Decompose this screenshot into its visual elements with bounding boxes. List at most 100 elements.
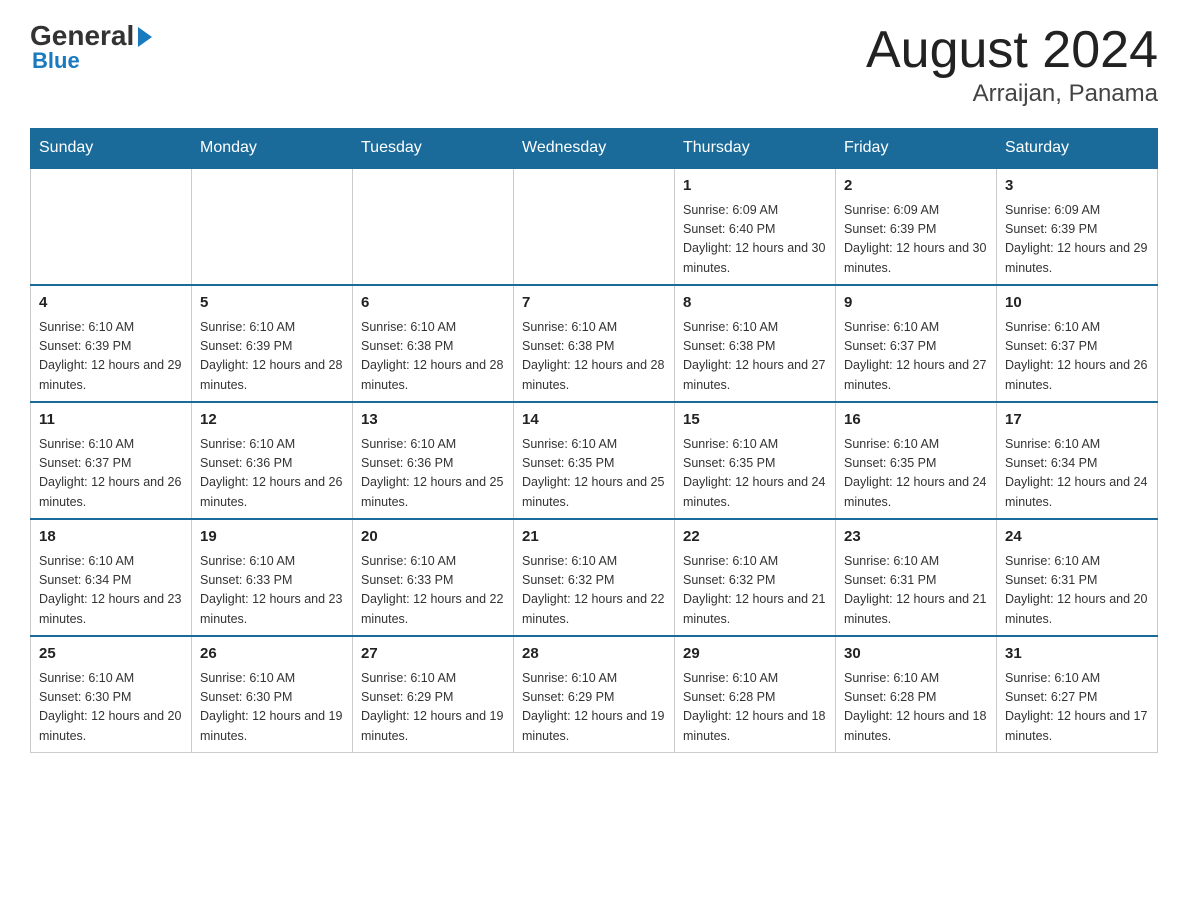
week-row-4: 18Sunrise: 6:10 AMSunset: 6:34 PMDayligh… <box>31 519 1158 636</box>
calendar-cell: 7 Sunrise: 6:10 AMSunset: 6:38 PMDaylight… <box>514 285 675 402</box>
calendar-cell: 23 Sunrise: 6:10 AMSunset: 6:31 PMDayligh… <box>836 519 997 636</box>
calendar-cell: 25 Sunrise: 6:10 AMSunset: 6:30 PMDayligh… <box>31 636 192 753</box>
day-number: 15 <box>683 409 827 432</box>
day-info: Sunrise: 6:10 AMSunset: 6:28 PMDaylight:… <box>844 669 988 747</box>
day-info: Sunrise: 6:10 AMSunset: 6:31 PMDaylight:… <box>1005 552 1149 630</box>
calendar-cell: 29 Sunrise: 6:10 AMSunset: 6:28 PMDayligh… <box>675 636 836 753</box>
day-info: Sunrise: 6:10 AMSunset: 6:37 PMDaylight:… <box>39 435 183 513</box>
weekday-header-row: SundayMondayTuesdayWednesdayThursdayFrid… <box>31 129 1158 169</box>
calendar-cell: 18Sunrise: 6:10 AMSunset: 6:34 PMDayligh… <box>31 519 192 636</box>
day-info: Sunrise: 6:10 AMSunset: 6:36 PMDaylight:… <box>200 435 344 513</box>
day-number: 26 <box>200 643 344 666</box>
week-row-5: 25 Sunrise: 6:10 AMSunset: 6:30 PMDayligh… <box>31 636 1158 753</box>
day-info: Sunrise: 6:10 AMSunset: 6:36 PMDaylight:… <box>361 435 505 513</box>
calendar-cell: 3 Sunrise: 6:09 AMSunset: 6:39 PMDaylight… <box>997 168 1158 285</box>
day-info: Sunrise: 6:10 AMSunset: 6:35 PMDaylight:… <box>683 435 827 513</box>
weekday-header-wednesday: Wednesday <box>514 129 675 169</box>
day-info: Sunrise: 6:10 AMSunset: 6:37 PMDaylight:… <box>844 318 988 396</box>
week-row-2: 4 Sunrise: 6:10 AMSunset: 6:39 PMDaylight… <box>31 285 1158 402</box>
day-number: 3 <box>1005 175 1149 198</box>
week-row-1: 1Sunrise: 6:09 AMSunset: 6:40 PMDaylight… <box>31 168 1158 285</box>
calendar-cell <box>353 168 514 285</box>
day-number: 1 <box>683 175 827 198</box>
calendar-title: August 2024 <box>866 20 1158 80</box>
calendar-cell: 5 Sunrise: 6:10 AMSunset: 6:39 PMDaylight… <box>192 285 353 402</box>
day-number: 12 <box>200 409 344 432</box>
calendar-cell <box>514 168 675 285</box>
calendar-subtitle: Arraijan, Panama <box>866 80 1158 108</box>
calendar-cell: 21Sunrise: 6:10 AMSunset: 6:32 PMDayligh… <box>514 519 675 636</box>
calendar-cell <box>192 168 353 285</box>
calendar-cell: 8 Sunrise: 6:10 AMSunset: 6:38 PMDaylight… <box>675 285 836 402</box>
day-info: Sunrise: 6:10 AMSunset: 6:32 PMDaylight:… <box>683 552 827 630</box>
calendar-cell: 16Sunrise: 6:10 AMSunset: 6:35 PMDayligh… <box>836 402 997 519</box>
day-info: Sunrise: 6:10 AMSunset: 6:33 PMDaylight:… <box>200 552 344 630</box>
day-number: 11 <box>39 409 183 432</box>
day-number: 29 <box>683 643 827 666</box>
day-info: Sunrise: 6:10 AMSunset: 6:35 PMDaylight:… <box>522 435 666 513</box>
day-number: 17 <box>1005 409 1149 432</box>
day-number: 22 <box>683 526 827 549</box>
day-info: Sunrise: 6:10 AMSunset: 6:28 PMDaylight:… <box>683 669 827 747</box>
calendar-body: 1Sunrise: 6:09 AMSunset: 6:40 PMDaylight… <box>31 168 1158 753</box>
calendar-cell: 11 Sunrise: 6:10 AMSunset: 6:37 PMDayligh… <box>31 402 192 519</box>
day-number: 25 <box>39 643 183 666</box>
day-number: 9 <box>844 292 988 315</box>
calendar-cell: 15 Sunrise: 6:10 AMSunset: 6:35 PMDayligh… <box>675 402 836 519</box>
calendar-cell: 13Sunrise: 6:10 AMSunset: 6:36 PMDayligh… <box>353 402 514 519</box>
weekday-header-monday: Monday <box>192 129 353 169</box>
logo-blue: Blue <box>32 48 80 74</box>
calendar-cell: 22 Sunrise: 6:10 AMSunset: 6:32 PMDayligh… <box>675 519 836 636</box>
day-info: Sunrise: 6:10 AMSunset: 6:30 PMDaylight:… <box>200 669 344 747</box>
calendar-cell: 26 Sunrise: 6:10 AMSunset: 6:30 PMDayligh… <box>192 636 353 753</box>
day-info: Sunrise: 6:10 AMSunset: 6:37 PMDaylight:… <box>1005 318 1149 396</box>
day-info: Sunrise: 6:10 AMSunset: 6:33 PMDaylight:… <box>361 552 505 630</box>
day-info: Sunrise: 6:10 AMSunset: 6:31 PMDaylight:… <box>844 552 988 630</box>
day-number: 16 <box>844 409 988 432</box>
day-number: 31 <box>1005 643 1149 666</box>
day-number: 19 <box>200 526 344 549</box>
day-number: 21 <box>522 526 666 549</box>
calendar-cell: 1Sunrise: 6:09 AMSunset: 6:40 PMDaylight… <box>675 168 836 285</box>
day-info: Sunrise: 6:09 AMSunset: 6:39 PMDaylight:… <box>1005 201 1149 279</box>
day-number: 27 <box>361 643 505 666</box>
calendar-cell: 14Sunrise: 6:10 AMSunset: 6:35 PMDayligh… <box>514 402 675 519</box>
day-info: Sunrise: 6:10 AMSunset: 6:38 PMDaylight:… <box>361 318 505 396</box>
day-number: 23 <box>844 526 988 549</box>
day-number: 2 <box>844 175 988 198</box>
day-info: Sunrise: 6:10 AMSunset: 6:38 PMDaylight:… <box>683 318 827 396</box>
logo: General Blue <box>30 20 152 74</box>
day-number: 24 <box>1005 526 1149 549</box>
day-info: Sunrise: 6:10 AMSunset: 6:29 PMDaylight:… <box>522 669 666 747</box>
calendar-cell: 2Sunrise: 6:09 AMSunset: 6:39 PMDaylight… <box>836 168 997 285</box>
day-number: 8 <box>683 292 827 315</box>
calendar-cell: 9 Sunrise: 6:10 AMSunset: 6:37 PMDaylight… <box>836 285 997 402</box>
calendar-cell: 28 Sunrise: 6:10 AMSunset: 6:29 PMDayligh… <box>514 636 675 753</box>
day-number: 5 <box>200 292 344 315</box>
day-number: 7 <box>522 292 666 315</box>
page-header: General Blue August 2024 Arraijan, Panam… <box>30 20 1158 108</box>
day-info: Sunrise: 6:10 AMSunset: 6:30 PMDaylight:… <box>39 669 183 747</box>
weekday-header-tuesday: Tuesday <box>353 129 514 169</box>
day-info: Sunrise: 6:10 AMSunset: 6:39 PMDaylight:… <box>200 318 344 396</box>
day-info: Sunrise: 6:10 AMSunset: 6:34 PMDaylight:… <box>39 552 183 630</box>
calendar-cell: 6Sunrise: 6:10 AMSunset: 6:38 PMDaylight… <box>353 285 514 402</box>
weekday-header-saturday: Saturday <box>997 129 1158 169</box>
calendar-cell: 4 Sunrise: 6:10 AMSunset: 6:39 PMDaylight… <box>31 285 192 402</box>
day-info: Sunrise: 6:10 AMSunset: 6:27 PMDaylight:… <box>1005 669 1149 747</box>
calendar-cell: 12 Sunrise: 6:10 AMSunset: 6:36 PMDayligh… <box>192 402 353 519</box>
calendar-cell: 27Sunrise: 6:10 AMSunset: 6:29 PMDayligh… <box>353 636 514 753</box>
calendar-cell: 17Sunrise: 6:10 AMSunset: 6:34 PMDayligh… <box>997 402 1158 519</box>
title-block: August 2024 Arraijan, Panama <box>866 20 1158 108</box>
calendar-cell: 31 Sunrise: 6:10 AMSunset: 6:27 PMDayligh… <box>997 636 1158 753</box>
day-number: 28 <box>522 643 666 666</box>
calendar-header: SundayMondayTuesdayWednesdayThursdayFrid… <box>31 129 1158 169</box>
calendar-cell: 19 Sunrise: 6:10 AMSunset: 6:33 PMDayligh… <box>192 519 353 636</box>
day-number: 4 <box>39 292 183 315</box>
day-info: Sunrise: 6:10 AMSunset: 6:39 PMDaylight:… <box>39 318 183 396</box>
day-info: Sunrise: 6:10 AMSunset: 6:38 PMDaylight:… <box>522 318 666 396</box>
calendar-cell <box>31 168 192 285</box>
logo-arrow <box>138 27 152 47</box>
day-number: 10 <box>1005 292 1149 315</box>
weekday-header-sunday: Sunday <box>31 129 192 169</box>
